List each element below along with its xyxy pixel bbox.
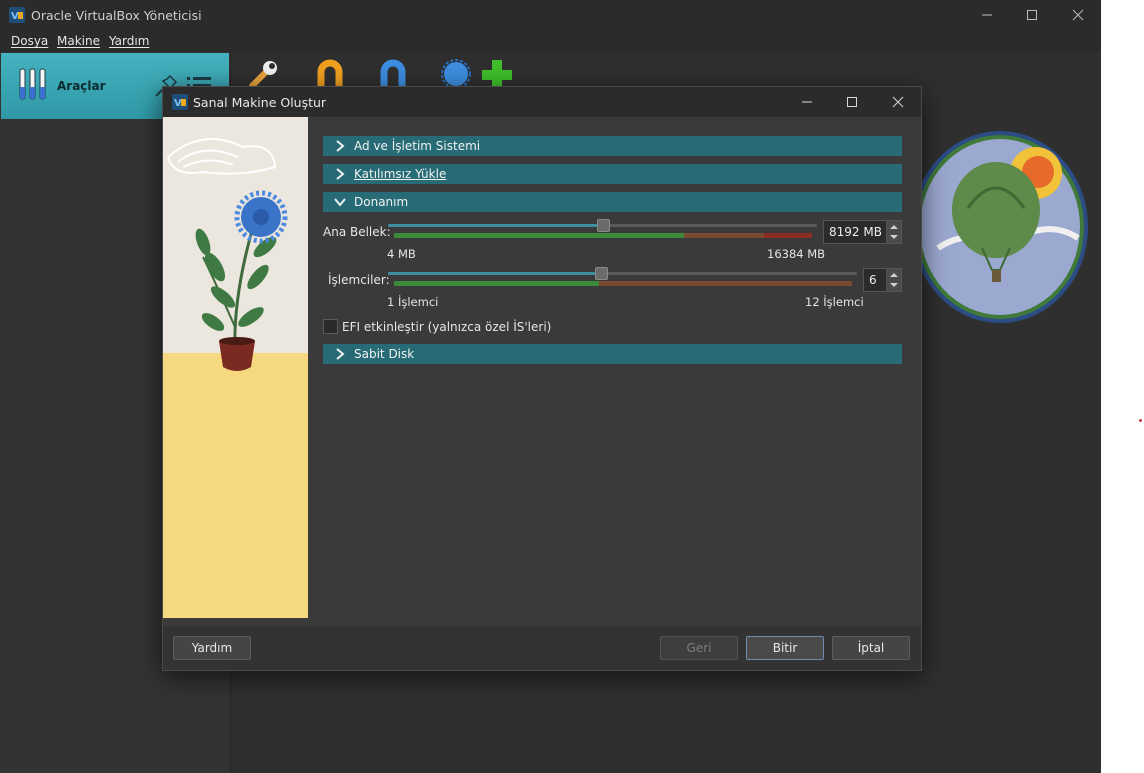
cpus-min-label: 1 İşlemci <box>387 295 439 309</box>
dialog-maximize-button[interactable] <box>829 87 875 117</box>
cpus-spinbox[interactable]: 6 <box>863 268 902 292</box>
tools-icon <box>19 68 46 100</box>
cpus-spin-arrows[interactable] <box>886 269 901 291</box>
minimize-icon <box>982 14 992 16</box>
help-button[interactable]: Yardım <box>173 636 251 660</box>
memory-slider-fill <box>388 224 603 227</box>
cpus-slider-fill <box>388 272 601 275</box>
virtualbox-logo-icon: V <box>9 7 25 23</box>
close-icon <box>892 96 904 108</box>
flower-illustration <box>163 117 308 618</box>
close-icon <box>1072 9 1084 21</box>
chevron-right-icon <box>336 348 345 360</box>
efi-checkbox[interactable] <box>323 319 338 334</box>
title-bar: V Oracle VirtualBox Yöneticisi <box>0 0 1101 30</box>
dialog-title: Sanal Makine Oluştur <box>193 95 327 110</box>
menu-yardim[interactable]: Yardım <box>109 34 149 48</box>
efi-label: EFI etkinleştir (yalnızca özel İS'leri) <box>342 320 552 334</box>
menu-bar: Dosya Makine Yardım <box>0 30 1101 52</box>
memory-spinbox[interactable]: 8192 MB <box>823 220 902 244</box>
cpus-slider-handle[interactable] <box>595 267 608 280</box>
dialog-close-button[interactable] <box>875 87 921 117</box>
spin-arrows-icon <box>890 225 898 239</box>
back-button[interactable]: Geri <box>660 636 738 660</box>
tools-label: Araçlar <box>57 79 106 93</box>
section-unattended[interactable]: Katılımsız Yükle <box>323 164 902 184</box>
window-title: Oracle VirtualBox Yöneticisi <box>31 8 202 23</box>
cpus-label: İşlemciler: <box>328 273 390 287</box>
section-hard-disk[interactable]: Sabit Disk <box>323 344 902 364</box>
maximize-button[interactable] <box>1009 0 1055 30</box>
dialog-minimize-button[interactable] <box>784 87 830 117</box>
minimize-icon <box>802 101 812 103</box>
create-vm-dialog: V Sanal Makine Oluştur Ad ve İşletim Sis… <box>162 86 922 671</box>
section-name-os-label: Ad ve İşletim Sistemi <box>354 139 481 153</box>
section-hardware-label: Donanım <box>354 195 409 209</box>
section-name-os[interactable]: Ad ve İşletim Sistemi <box>323 136 902 156</box>
wizard-illustration <box>163 117 308 618</box>
section-unattended-label: Katılımsız Yükle <box>354 167 447 181</box>
cpus-max-label: 12 İşlemci <box>805 295 864 309</box>
dialog-footer: Yardım Geri Bitir İptal <box>163 626 921 670</box>
cpus-scale <box>394 281 852 286</box>
memory-spin-arrows[interactable] <box>886 221 901 243</box>
virtualbox-logo-icon: V <box>172 94 188 110</box>
menu-dosya[interactable]: Dosya <box>11 34 48 48</box>
wizard-form: Ad ve İşletim Sistemi Katılımsız Yükle D… <box>308 117 921 626</box>
cancel-button[interactable]: İptal <box>832 636 910 660</box>
maximize-icon <box>1027 10 1037 20</box>
spin-arrows-icon <box>890 273 898 287</box>
chevron-right-icon <box>336 168 345 180</box>
memory-label: Ana Bellek: <box>323 225 391 239</box>
dialog-title-bar: V Sanal Makine Oluştur <box>163 87 921 117</box>
menu-makine[interactable]: Makine <box>57 34 100 48</box>
balloon-illustration <box>912 131 1088 323</box>
section-hard-disk-label: Sabit Disk <box>354 347 415 361</box>
minimize-button[interactable] <box>964 0 1010 30</box>
close-button[interactable] <box>1055 0 1101 30</box>
red-dot <box>1139 419 1142 422</box>
chevron-down-icon <box>334 198 346 207</box>
memory-value: 8192 MB <box>829 225 882 239</box>
chevron-right-icon <box>336 140 345 152</box>
svg-text:V: V <box>174 98 182 109</box>
finish-button[interactable]: Bitir <box>746 636 824 660</box>
cpus-value: 6 <box>869 273 877 287</box>
maximize-icon <box>847 97 857 107</box>
svg-text:V: V <box>11 11 19 22</box>
memory-max-label: 16384 MB <box>767 247 826 261</box>
memory-min-label: 4 MB <box>387 247 416 261</box>
section-hardware[interactable]: Donanım <box>323 192 902 212</box>
memory-slider-handle[interactable] <box>597 219 610 232</box>
memory-scale <box>394 233 812 238</box>
